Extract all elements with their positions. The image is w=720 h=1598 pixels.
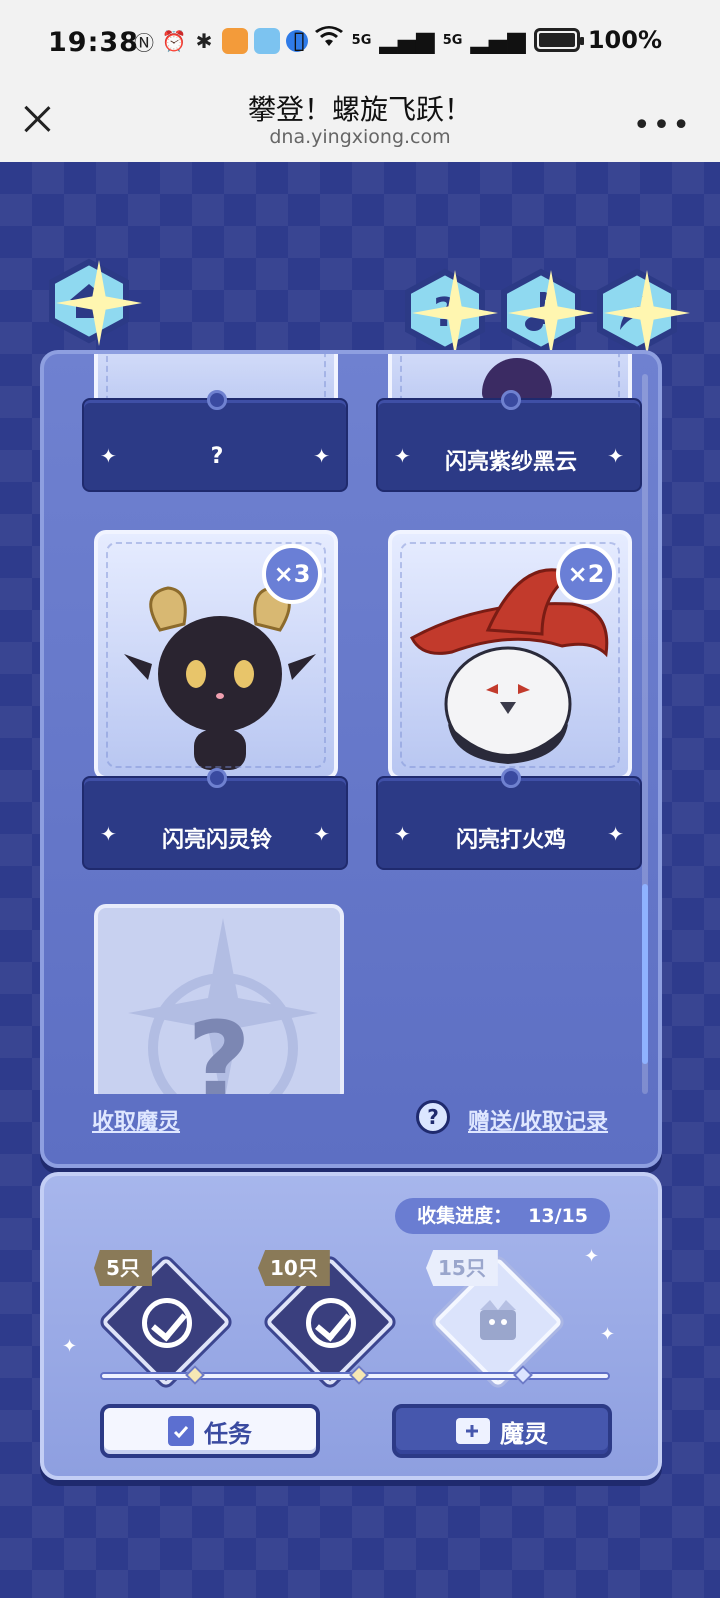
tier-tag: 15只 — [426, 1250, 498, 1286]
sparkle-icon: ✦ — [584, 1246, 600, 1267]
star-icon: ✦ — [607, 444, 624, 468]
claim-spirit-link[interactable]: 收取魔灵 — [92, 1104, 180, 1136]
help-icon[interactable]: ? — [416, 1100, 450, 1134]
card-image: ×2 — [388, 530, 632, 780]
card-item[interactable]: ✦ 闪亮紫纱黑云 ✦ — [376, 354, 642, 494]
card-pocket: ✦ 闪亮紫纱黑云 ✦ — [376, 390, 642, 492]
browser-header: 攀登！螺旋飞跃！ dna.yingxiong.com ••• — [0, 86, 720, 162]
network-5g-1: 5G — [351, 32, 372, 48]
card-grid: ✦ ? ✦ ✦ 闪亮紫纱黑云 ✦ ×3 ✦ 闪亮闪灵铃 ✦ ×2 ✦ 闪亮打火鸡… — [44, 354, 658, 1094]
star-icon: ✦ — [313, 822, 330, 846]
spirit-button[interactable]: 魔灵 — [392, 1404, 612, 1458]
folder-icon — [456, 1418, 490, 1444]
signal-icon: ▂▄▆ — [470, 26, 526, 54]
task-button-label: 任务 — [204, 1419, 252, 1448]
more-icon[interactable]: ••• — [633, 108, 692, 143]
progress-value: 13/15 — [528, 1205, 588, 1227]
battery-icon — [533, 28, 584, 52]
battery-percent: 100% — [587, 26, 662, 54]
collection-panel: ✦ ? ✦ ✦ 闪亮紫纱黑云 ✦ ×3 ✦ 闪亮闪灵铃 ✦ ×2 ✦ 闪亮打火鸡… — [40, 350, 662, 1168]
home-button[interactable] — [46, 258, 142, 346]
sparkle-icon: ✦ — [62, 1336, 78, 1357]
records-link[interactable]: 赠送/收取记录 — [468, 1104, 608, 1136]
scrollbar-thumb[interactable] — [642, 884, 648, 1064]
music-button[interactable] — [498, 268, 594, 356]
page-url: dna.yingxiong.com — [269, 126, 451, 148]
card-name: 闪亮打火鸡 — [455, 828, 566, 853]
card-name: 闪亮闪灵铃 — [161, 828, 272, 853]
progress-panel: 收集进度： 13/15 ✦ ✦ ✦ 5只 10只 15只 任务 魔灵 — [40, 1172, 662, 1480]
card-image: ×3 — [94, 530, 338, 780]
card-name: ? — [210, 444, 224, 469]
task-icon — [168, 1416, 194, 1446]
locked-mark: ? — [187, 998, 251, 1094]
alarm-icon: ⏰ — [161, 29, 187, 53]
panel-footer: 收取魔灵 ? 赠送/收取记录 — [44, 1086, 658, 1164]
collection-progress: 收集进度： 13/15 — [395, 1198, 610, 1234]
locked-card[interactable]: ? — [94, 904, 344, 1094]
count-badge: ×3 — [262, 544, 322, 604]
tier-tag: 5只 — [94, 1250, 152, 1286]
card-item[interactable]: ✦ ? ✦ — [82, 354, 348, 494]
status-right: ▯ 5G ▂▄▆ 5G ▂▄▆ 100% — [292, 26, 662, 54]
card-pocket: ✦ 闪亮打火鸡 ✦ — [376, 768, 642, 870]
card-pocket: ✦ ? ✦ — [82, 390, 348, 492]
status-time: 19:38 — [48, 27, 139, 58]
check-icon — [142, 1298, 192, 1348]
card-pocket: ✦ 闪亮闪灵铃 ✦ — [82, 768, 348, 870]
page-title: 攀登！螺旋飞跃！ — [247, 93, 472, 126]
count-badge: ×2 — [556, 544, 616, 604]
gift-box-icon — [480, 1300, 516, 1340]
scrollbar[interactable] — [642, 374, 648, 1094]
card-name: 闪亮紫纱黑云 — [444, 450, 577, 475]
tier-tag: 10只 — [258, 1250, 330, 1286]
status-bar: 19:38 Ⓝ ⏰ ✱ ▯ 5G ▂▄▆ 5G ▂▄▆ 100% — [0, 0, 720, 86]
vibrate-icon: ▯ — [292, 26, 306, 54]
weather-icon — [254, 28, 280, 54]
progress-label: 收集进度： — [417, 1205, 513, 1227]
star-icon: ✦ — [607, 822, 624, 846]
status-icons: Ⓝ ⏰ ✱ — [132, 28, 308, 55]
star-icon: ✦ — [313, 444, 330, 468]
wifi-icon — [314, 26, 344, 54]
network-5g-2: 5G — [442, 32, 463, 48]
card-item[interactable]: ×3 ✦ 闪亮闪灵铃 ✦ — [82, 530, 348, 870]
task-button[interactable]: 任务 — [100, 1404, 320, 1458]
bluetooth-icon: ✱ — [195, 29, 213, 53]
card-item[interactable]: ×2 ✦ 闪亮打火鸡 ✦ — [376, 530, 642, 870]
sparkle-icon: ✦ — [600, 1324, 616, 1345]
nfc-icon: Ⓝ — [134, 30, 154, 55]
help-button[interactable]: ? — [402, 268, 498, 356]
check-icon — [306, 1298, 356, 1348]
spirit-button-label: 魔灵 — [500, 1419, 548, 1448]
share-button[interactable] — [594, 268, 690, 356]
app-icon — [222, 28, 248, 54]
game-area: ? ✦ ? ✦ — [0, 162, 720, 1598]
signal-icon: ▂▄▆ — [379, 26, 435, 54]
